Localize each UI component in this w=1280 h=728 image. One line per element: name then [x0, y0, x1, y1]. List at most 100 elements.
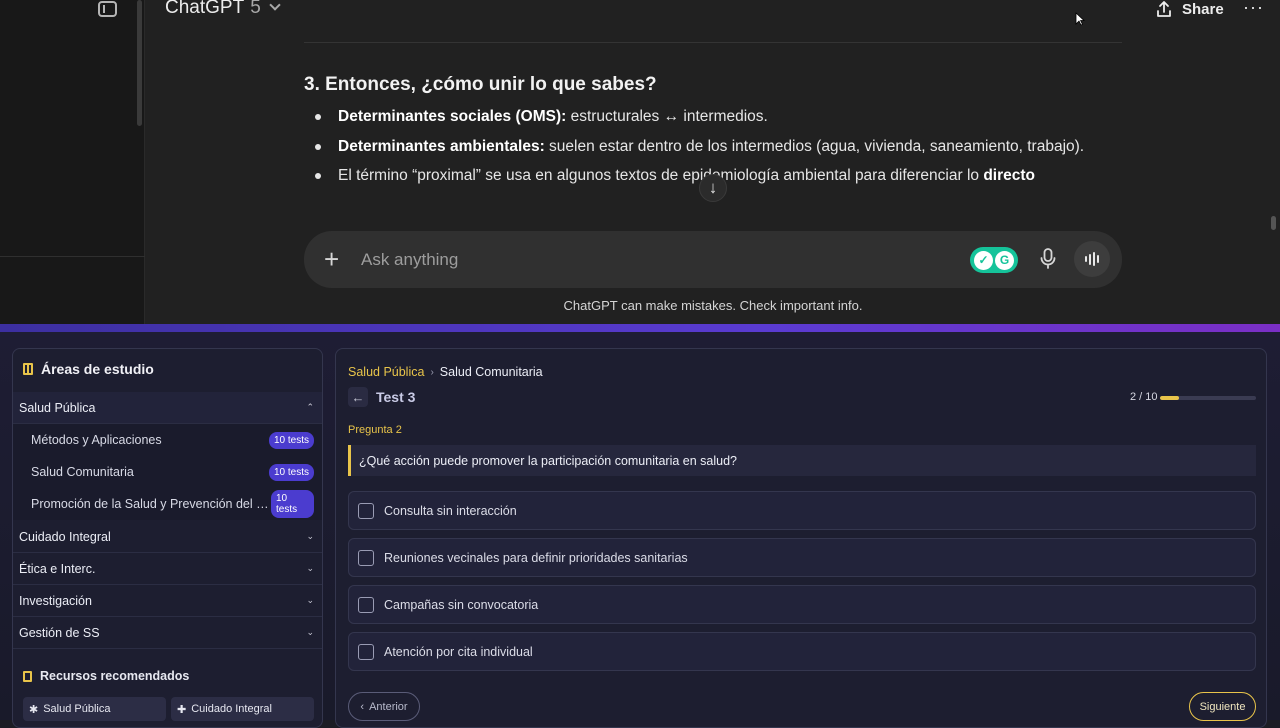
chat-scrollbar[interactable] [1271, 216, 1276, 230]
plus-icon: ✚ [177, 703, 187, 716]
bullet-bold: directo [983, 167, 1036, 184]
subarea-item-salud-comunitaria[interactable]: Salud Comunitaria 10 tests [13, 456, 322, 488]
tests-badge: 10 tests [271, 490, 314, 518]
subarea-label: Métodos y Aplicaciones [31, 433, 162, 447]
next-label: Siguiente [1199, 700, 1246, 713]
area-item-gestion[interactable]: Gestión de SS ⌄ [13, 617, 322, 649]
area-label: Investigación [19, 593, 92, 608]
bullet-bold: Determinantes ambientales: [338, 137, 545, 155]
progress-bar [1160, 396, 1256, 400]
study-app: Áreas de estudio Salud Pública ⌃ Métodos… [0, 324, 1280, 728]
area-label: Ética e Interc. [19, 561, 96, 576]
previous-button[interactable]: ‹ Anterior [348, 692, 420, 721]
area-item-etica[interactable]: Ética e Interc. ⌄ [13, 553, 322, 585]
more-options-button[interactable]: ··· [1243, 0, 1264, 18]
chat-sidebar [0, 0, 145, 324]
subarea-item-promocion[interactable]: Promoción de la Salud y Prevención del r… [13, 488, 322, 520]
microphone-icon[interactable] [1038, 247, 1058, 271]
subarea-label: Promoción de la Salud y Prevención del r… [31, 497, 271, 511]
sidebar-divider [0, 256, 145, 257]
chevron-down-icon: ⌄ [306, 531, 314, 541]
mouse-cursor-icon [1075, 12, 1085, 26]
breadcrumb: Salud Pública › Salud Comunitaria [348, 365, 543, 379]
tests-badge: 10 tests [268, 431, 314, 449]
resource-chip-salud-publica[interactable]: ✱ Salud Pública [23, 697, 166, 721]
option-label: Consulta sin interacción [384, 503, 517, 518]
waveform-icon [1085, 256, 1087, 262]
option-label: Atención por cita individual [384, 644, 533, 659]
area-label: Cuidado Integral [19, 529, 111, 544]
checkbox-icon[interactable] [358, 502, 374, 519]
disclaimer-text: ChatGPT can make mistakes. Check importa… [563, 298, 863, 313]
composer: + Ask anything ✓ G [304, 231, 1122, 288]
back-button[interactable]: ← [348, 387, 368, 407]
waveform-icon [1097, 255, 1099, 263]
checkbox-icon[interactable] [358, 549, 374, 566]
resources-title-text: Recursos recomendados [40, 669, 190, 683]
resource-label: Salud Pública [43, 703, 111, 715]
chat-window: ChatGPT 5 Share ··· 3. Entonces, ¿cómo u… [0, 0, 1280, 324]
subarea-item-metodos[interactable]: Métodos y Aplicaciones 10 tests [13, 424, 322, 456]
tests-badge: 10 tests [268, 463, 314, 481]
chevron-down-icon [269, 0, 281, 11]
sidebar-scrollbar[interactable] [137, 0, 142, 126]
sidebar-toggle-icon[interactable] [98, 1, 117, 17]
model-version: 5 [250, 0, 261, 18]
bookmark-icon [23, 670, 32, 682]
area-item-cuidado-integral[interactable]: Cuidado Integral ⌄ [13, 521, 322, 553]
progress-fill [1160, 396, 1180, 400]
resource-chip-cuidado-integral[interactable]: ✚ Cuidado Integral [171, 697, 314, 721]
test-title: Test 3 [376, 389, 416, 405]
option-label: Campañas sin convocatoria [384, 597, 539, 612]
areas-title: Áreas de estudio [23, 361, 154, 377]
share-icon [1157, 1, 1171, 17]
checkbox-icon[interactable] [358, 596, 374, 613]
arrow-left-icon: ← [351, 389, 365, 405]
share-button[interactable]: Share [1154, 0, 1224, 19]
answer-bullet: Determinantes sociales (OMS): estructura… [315, 102, 1104, 132]
header-divider [304, 42, 1122, 43]
assistant-message: 3. Entonces, ¿cómo unir lo que sabes? De… [304, 74, 1104, 222]
resource-label: Cuidado Integral [191, 703, 272, 715]
question-label: Pregunta 2 [348, 424, 402, 436]
grammarly-bulb-icon: ✓ [974, 250, 993, 270]
asterisk-icon: ✱ [29, 703, 39, 716]
answer-heading: 3. Entonces, ¿cómo unir lo que sabes? [304, 74, 657, 95]
prompt-input[interactable]: Ask anything [361, 250, 458, 270]
breadcrumb-parent[interactable]: Salud Pública [348, 365, 424, 379]
bullet-text: estructurales ↔ intermedios. [566, 108, 768, 125]
scroll-down-button[interactable]: ↓ [699, 174, 727, 202]
next-button[interactable]: Siguiente [1189, 692, 1256, 721]
progress-counter: 2 / 10 [1130, 391, 1158, 403]
waveform-icon [1093, 252, 1095, 266]
test-panel: Salud Pública › Salud Comunitaria ← Test… [335, 348, 1267, 728]
breadcrumb-separator-icon: › [430, 366, 434, 378]
answer-option[interactable]: Reuniones vecinales para definir priorid… [348, 538, 1256, 577]
chevron-down-icon: ⌄ [306, 595, 314, 605]
question-text: ¿Qué acción puede promover la participac… [348, 445, 1256, 476]
voice-mode-button[interactable] [1074, 241, 1110, 277]
subarea-label: Salud Comunitaria [31, 465, 134, 479]
model-selector[interactable]: ChatGPT 5 [165, 0, 281, 19]
area-item-salud-publica[interactable]: Salud Pública ⌃ [13, 392, 322, 424]
option-label: Reuniones vecinales para definir priorid… [384, 550, 688, 565]
answer-option[interactable]: Atención por cita individual [348, 632, 1256, 671]
chevron-down-icon: ⌄ [306, 563, 314, 573]
answer-option[interactable]: Campañas sin convocatoria [348, 585, 1256, 624]
bullet-text: suelen estar dentro de los intermedios (… [544, 137, 1085, 155]
grammarly-icon[interactable]: ✓ G [970, 247, 1018, 273]
answer-bullet: Determinantes ambientales: suelen estar … [315, 132, 1104, 162]
area-label: Gestión de SS [19, 625, 100, 640]
answer-option[interactable]: Consulta sin interacción [348, 491, 1256, 530]
model-name: ChatGPT [165, 0, 245, 18]
area-item-investigacion[interactable]: Investigación ⌄ [13, 585, 322, 617]
grammarly-g-icon: G [995, 250, 1014, 270]
areas-title-text: Áreas de estudio [41, 361, 154, 377]
checkbox-icon[interactable] [358, 643, 374, 660]
plus-icon[interactable]: + [324, 244, 339, 275]
chevron-left-icon: ‹ [360, 700, 365, 713]
bullet-bold: Determinantes sociales (OMS): [338, 108, 567, 125]
waveform-icon [1089, 253, 1091, 265]
accent-bar [0, 324, 1280, 332]
chevron-down-icon: ⌄ [306, 627, 314, 637]
